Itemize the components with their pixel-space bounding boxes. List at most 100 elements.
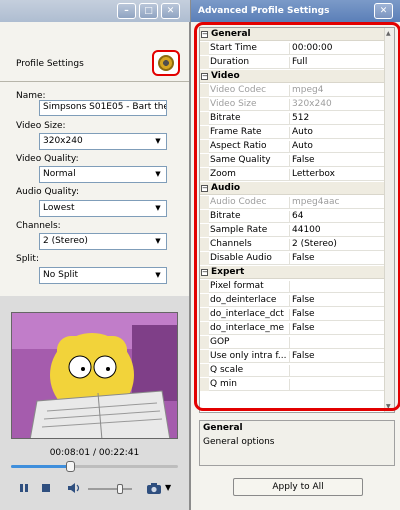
property-value[interactable]: False — [289, 155, 382, 167]
property-row-channels[interactable]: Channels 2 (Stereo) — [200, 238, 384, 251]
description-text: General options — [203, 437, 275, 447]
scroll-up-icon[interactable]: ▲ — [386, 30, 391, 37]
property-name: Audio Codec — [210, 197, 267, 207]
property-value[interactable]: False — [289, 295, 382, 307]
apply-to-all-button[interactable]: Apply to All — [233, 478, 363, 496]
property-row-same-quality[interactable]: Same Quality False — [200, 154, 384, 167]
property-value[interactable]: False — [289, 253, 382, 265]
property-name: do_interlace_dct — [210, 309, 284, 319]
window-title: Advanced Profile Settings — [198, 6, 330, 16]
video-frame-image — [12, 313, 177, 438]
property-row-aspect-ratio[interactable]: Aspect Ratio Auto — [200, 140, 384, 153]
property-value[interactable]: False — [289, 351, 382, 363]
property-value[interactable] — [289, 379, 382, 391]
audio-quality-select[interactable]: Lowest ▼ — [39, 200, 167, 217]
property-name: Video Size — [210, 99, 257, 109]
stop-button[interactable] — [39, 481, 53, 495]
advanced-settings-button[interactable] — [152, 50, 180, 76]
stop-icon — [42, 484, 50, 492]
collapse-icon[interactable]: − — [201, 73, 208, 80]
scroll-down-icon[interactable]: ▼ — [386, 403, 391, 410]
property-row-duration[interactable]: Duration Full — [200, 56, 384, 69]
volume-button[interactable] — [67, 481, 81, 495]
property-name: do_deinterlace — [210, 295, 277, 305]
property-value[interactable]: 2 (Stereo) — [289, 239, 382, 251]
property-value[interactable] — [289, 337, 382, 349]
property-grid[interactable]: − General Start Time 00:00:00 Duration F… — [199, 27, 395, 413]
property-row-frame-rate[interactable]: Frame Rate Auto — [200, 126, 384, 139]
dropdown-arrow-icon: ▼ — [151, 135, 165, 148]
property-row-video-size: Video Size 320x240 — [200, 98, 384, 111]
property-row-use-only-intra[interactable]: Use only intra f... False — [200, 350, 384, 363]
property-value[interactable]: Auto — [289, 127, 382, 139]
volume-slider[interactable] — [88, 488, 132, 490]
category-audio[interactable]: − Audio — [200, 182, 384, 195]
property-value[interactable] — [289, 281, 382, 293]
property-row-q-scale[interactable]: Q scale — [200, 364, 384, 377]
channels-select[interactable]: 2 (Stereo) ▼ — [39, 233, 167, 250]
property-name: Pixel format — [210, 281, 264, 291]
property-value: mpeg4 — [289, 85, 382, 97]
property-row-do-interlace-dct[interactable]: do_interlace_dct False — [200, 308, 384, 321]
video-quality-select[interactable]: Normal ▼ — [39, 166, 167, 183]
property-value[interactable]: Auto — [289, 141, 382, 153]
profile-settings-label: Profile Settings — [16, 59, 84, 69]
collapse-icon[interactable]: − — [201, 185, 208, 192]
advanced-titlebar[interactable]: Advanced Profile Settings ✕ — [191, 0, 400, 22]
property-name: Video Codec — [210, 85, 267, 95]
category-general[interactable]: − General — [200, 28, 384, 41]
property-row-disable-audio[interactable]: Disable Audio False — [200, 252, 384, 265]
property-row-gop[interactable]: GOP — [200, 336, 384, 349]
close-button[interactable]: ✕ — [374, 3, 393, 19]
split-label: Split: — [16, 254, 39, 264]
property-row-zoom[interactable]: Zoom Letterbox — [200, 168, 384, 181]
maximize-button[interactable]: □ — [139, 3, 158, 19]
chevron-down-icon[interactable]: ▼ — [165, 483, 171, 492]
pause-icon — [25, 484, 28, 492]
property-row-start-time[interactable]: Start Time 00:00:00 — [200, 42, 384, 55]
collapse-icon[interactable]: − — [201, 31, 208, 38]
volume-handle[interactable] — [116, 484, 123, 494]
video-preview[interactable] — [11, 312, 178, 439]
property-row-audio-bitrate[interactable]: Bitrate 64 — [200, 210, 384, 223]
property-value[interactable]: Letterbox — [289, 169, 382, 181]
collapse-icon[interactable]: − — [201, 269, 208, 276]
property-row-do-interlace-me[interactable]: do_interlace_me False — [200, 322, 384, 335]
video-size-select[interactable]: 320x240 ▼ — [39, 133, 167, 150]
camera-icon — [147, 483, 161, 494]
property-name: Disable Audio — [210, 253, 272, 263]
divider — [0, 81, 189, 82]
grid-scrollbar[interactable]: ▲ ▼ — [384, 28, 394, 412]
close-button[interactable]: ✕ — [161, 3, 180, 19]
category-video[interactable]: − Video — [200, 70, 384, 83]
property-row-q-min[interactable]: Q min — [200, 378, 384, 391]
property-value[interactable]: False — [289, 323, 382, 335]
category-label: General — [211, 29, 251, 39]
property-value[interactable]: False — [289, 309, 382, 321]
seek-handle[interactable] — [65, 461, 75, 472]
property-value[interactable]: 44100 — [289, 225, 382, 237]
property-value[interactable]: 512 — [289, 113, 382, 125]
main-titlebar[interactable]: – □ ✕ — [0, 0, 190, 22]
property-row-do-deinterlace[interactable]: do_deinterlace False — [200, 294, 384, 307]
pause-button[interactable] — [17, 481, 31, 495]
speaker-icon — [68, 483, 80, 493]
minimize-button[interactable]: – — [117, 3, 136, 19]
property-value[interactable]: 64 — [289, 211, 382, 223]
dropdown-arrow-icon: ▼ — [151, 235, 165, 248]
name-field[interactable]: Simpsons S01E05 - Bart the Ge — [39, 100, 167, 116]
property-row-pixel-format[interactable]: Pixel format — [200, 280, 384, 293]
property-value[interactable] — [289, 365, 382, 377]
property-value[interactable]: 00:00:00 — [289, 43, 382, 55]
property-name: Frame Rate — [210, 127, 262, 137]
property-value[interactable]: Full — [289, 57, 382, 69]
property-value: mpeg4aac — [289, 197, 382, 209]
category-expert[interactable]: − Expert — [200, 266, 384, 279]
split-value: No Split — [43, 270, 79, 280]
snapshot-button[interactable] — [146, 481, 161, 495]
property-row-sample-rate[interactable]: Sample Rate 44100 — [200, 224, 384, 237]
dropdown-arrow-icon: ▼ — [151, 269, 165, 282]
property-row-video-bitrate[interactable]: Bitrate 512 — [200, 112, 384, 125]
property-name: Bitrate — [210, 113, 241, 123]
split-select[interactable]: No Split ▼ — [39, 267, 167, 284]
